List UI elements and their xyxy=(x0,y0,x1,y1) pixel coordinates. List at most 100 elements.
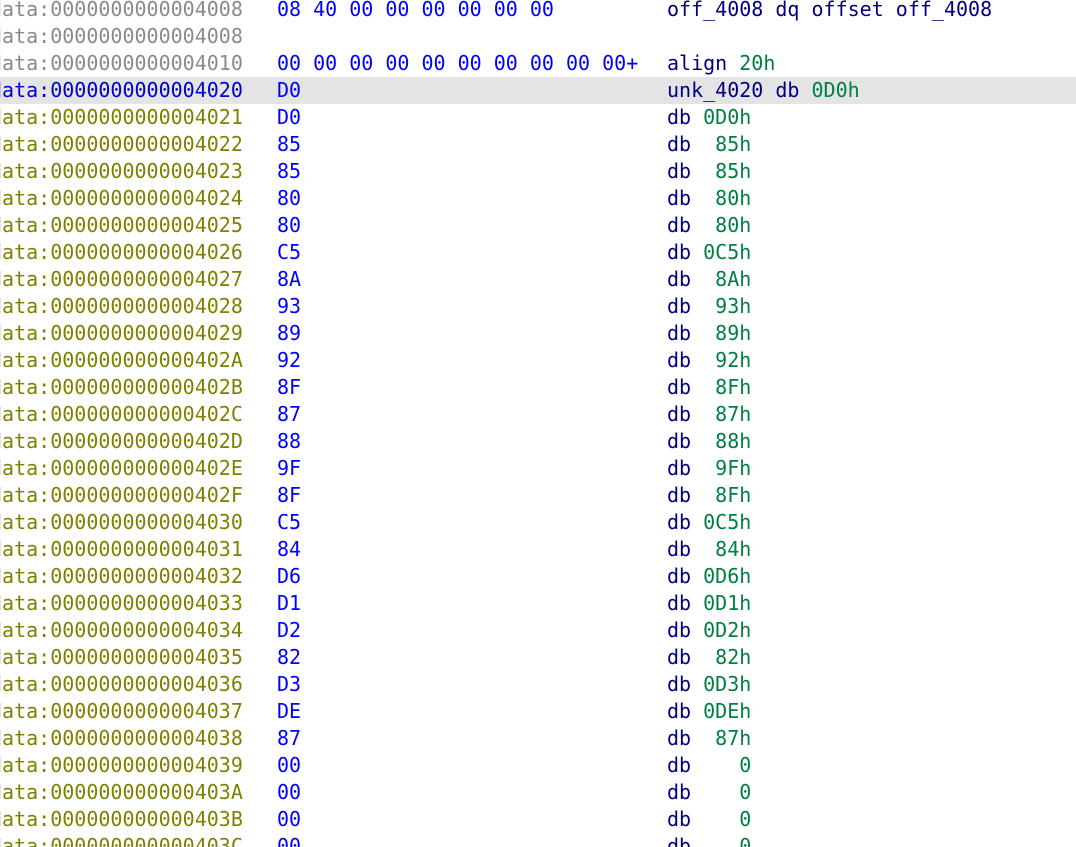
line-address[interactable]: data:000000000000402E xyxy=(0,455,243,482)
line-bytes: C5 xyxy=(277,240,302,264)
listing-line[interactable]: data:0000000000004028 93 db 93h xyxy=(0,293,1076,320)
line-address[interactable]: data:0000000000004027 xyxy=(0,266,243,293)
listing-line[interactable]: data:0000000000004039 00 db 0 xyxy=(0,752,1076,779)
listing-line[interactable]: data:0000000000004037 DE db 0DEh xyxy=(0,698,1076,725)
listing-line[interactable]: data:000000000000403C 00 db 0 xyxy=(0,833,1076,847)
line-instruction[interactable]: db 8Fh xyxy=(667,482,751,509)
line-address[interactable]: data:0000000000004036 xyxy=(0,671,243,698)
line-address[interactable]: data:0000000000004028 xyxy=(0,293,243,320)
listing-line[interactable]: data:000000000000403B 00 db 0 xyxy=(0,806,1076,833)
line-instruction[interactable]: db 0DEh xyxy=(667,698,751,725)
line-address[interactable]: data:0000000000004026 xyxy=(0,239,243,266)
line-instruction[interactable]: db 92h xyxy=(667,347,751,374)
listing-line[interactable]: data:000000000000402D 88 db 88h xyxy=(0,428,1076,455)
line-instruction[interactable]: db 0D2h xyxy=(667,617,751,644)
listing-line[interactable]: data:0000000000004033 D1 db 0D1h xyxy=(0,590,1076,617)
line-address[interactable]: data:0000000000004029 xyxy=(0,320,243,347)
line-instruction[interactable]: db 80h xyxy=(667,185,751,212)
listing-line[interactable]: data:0000000000004022 85 db 85h xyxy=(0,131,1076,158)
line-address[interactable]: data:0000000000004039 xyxy=(0,752,243,779)
listing-line[interactable]: data:0000000000004023 85 db 85h xyxy=(0,158,1076,185)
listing-line[interactable]: data:000000000000402F 8F db 8Fh xyxy=(0,482,1076,509)
line-address[interactable]: data:000000000000403A xyxy=(0,779,243,806)
line-instruction[interactable]: off_4008 dq offset off_4008 xyxy=(667,0,992,23)
listing-line[interactable]: data:000000000000402E 9F db 9Fh xyxy=(0,455,1076,482)
line-bytes: D6 xyxy=(277,564,302,588)
line-instruction[interactable]: db 80h xyxy=(667,212,751,239)
listing-line[interactable]: data:0000000000004030 C5 db 0C5h xyxy=(0,509,1076,536)
line-address[interactable]: data:000000000000402C xyxy=(0,401,243,428)
line-address[interactable]: data:0000000000004037 xyxy=(0,698,243,725)
listing-line[interactable]: data:0000000000004008 08 40 00 00 00 00 0… xyxy=(0,0,1076,23)
line-address[interactable]: data:0000000000004038 xyxy=(0,725,243,752)
line-instruction[interactable]: db 0D6h xyxy=(667,563,751,590)
listing-line[interactable]: data:000000000000402B 8F db 8Fh xyxy=(0,374,1076,401)
line-address[interactable]: data:000000000000402D xyxy=(0,428,243,455)
line-instruction[interactable]: db 0 xyxy=(667,806,751,833)
line-instruction[interactable]: db 85h xyxy=(667,131,751,158)
line-instruction[interactable]: db 89h xyxy=(667,320,751,347)
listing-line[interactable]: data:000000000000402A 92 db 92h xyxy=(0,347,1076,374)
line-instruction[interactable]: db 0 xyxy=(667,833,751,847)
line-instruction[interactable]: db 93h xyxy=(667,293,751,320)
line-address[interactable]: data:000000000000402A xyxy=(0,347,243,374)
line-address[interactable]: data:0000000000004031 xyxy=(0,536,243,563)
line-address[interactable]: data:0000000000004008 xyxy=(0,0,243,23)
line-address[interactable]: data:0000000000004033 xyxy=(0,590,243,617)
line-instruction[interactable]: db 87h xyxy=(667,725,751,752)
listing-line[interactable]: data:0000000000004027 8A db 8Ah xyxy=(0,266,1076,293)
line-address[interactable]: data:000000000000402B xyxy=(0,374,243,401)
listing-line[interactable]: data:0000000000004026 C5 db 0C5h xyxy=(0,239,1076,266)
line-address[interactable]: data:0000000000004032 xyxy=(0,563,243,590)
listing-line[interactable]: data:0000000000004032 D6 db 0D6h xyxy=(0,563,1076,590)
line-address[interactable]: data:0000000000004025 xyxy=(0,212,243,239)
line-instruction[interactable]: db 0C5h xyxy=(667,239,751,266)
listing-line[interactable]: data:0000000000004031 84 db 84h xyxy=(0,536,1076,563)
listing-line[interactable]: data:000000000000402C 87 db 87h xyxy=(0,401,1076,428)
line-instruction[interactable]: db 85h xyxy=(667,158,751,185)
line-address[interactable]: data:000000000000402F xyxy=(0,482,243,509)
listing-line[interactable]: data:0000000000004029 89 db 89h xyxy=(0,320,1076,347)
listing-line[interactable]: data:0000000000004036 D3 db 0D3h xyxy=(0,671,1076,698)
line-instruction[interactable]: db 0 xyxy=(667,779,751,806)
listing-line[interactable]: data:0000000000004008 xyxy=(0,23,1076,50)
listing-line[interactable]: data:0000000000004010 00 00 00 00 00 00 0… xyxy=(0,50,1076,77)
listing-line[interactable]: data:0000000000004038 87 db 87h xyxy=(0,725,1076,752)
line-address[interactable]: data:0000000000004035 xyxy=(0,644,243,671)
line-instruction[interactable]: db 88h xyxy=(667,428,751,455)
line-instruction[interactable]: db 8Ah xyxy=(667,266,751,293)
line-instruction[interactable]: unk_4020 db 0D0h xyxy=(667,77,860,104)
line-instruction[interactable]: db 0D1h xyxy=(667,590,751,617)
line-bytes: 93 xyxy=(277,294,302,318)
line-address[interactable]: data:000000000000403C xyxy=(0,833,243,847)
disassembly-listing[interactable]: data:0000000000004008 08 40 00 00 00 00 0… xyxy=(0,0,1076,847)
line-address[interactable]: data:0000000000004030 xyxy=(0,509,243,536)
line-address[interactable]: data:0000000000004010 xyxy=(0,50,243,77)
line-instruction[interactable]: db 82h xyxy=(667,644,751,671)
line-instruction[interactable]: db 0D0h xyxy=(667,104,751,131)
line-address[interactable]: data:0000000000004021 xyxy=(0,104,243,131)
listing-line[interactable]: data:0000000000004034 D2 db 0D2h xyxy=(0,617,1076,644)
line-address[interactable]: data:0000000000004022 xyxy=(0,131,243,158)
line-instruction[interactable]: db 0 xyxy=(667,752,751,779)
line-instruction[interactable]: db 87h xyxy=(667,401,751,428)
line-instruction[interactable]: db 8Fh xyxy=(667,374,751,401)
listing-line-selected[interactable]: data:0000000000004020 D0 unk_4020 db 0D0h xyxy=(0,77,1076,104)
line-instruction[interactable]: db 84h xyxy=(667,536,751,563)
listing-line[interactable]: data:0000000000004025 80 db 80h xyxy=(0,212,1076,239)
listing-line[interactable]: data:0000000000004021 D0 db 0D0h xyxy=(0,104,1076,131)
line-address[interactable]: data:0000000000004024 xyxy=(0,185,243,212)
instruction-text: db xyxy=(667,402,704,426)
listing-line[interactable]: data:0000000000004035 82 db 82h xyxy=(0,644,1076,671)
line-address[interactable]: data:0000000000004023 xyxy=(0,158,243,185)
listing-line[interactable]: data:0000000000004024 80 db 80h xyxy=(0,185,1076,212)
listing-line[interactable]: data:000000000000403A 00 db 0 xyxy=(0,779,1076,806)
line-instruction[interactable]: db 0D3h xyxy=(667,671,751,698)
line-address[interactable]: data:0000000000004008 xyxy=(0,23,243,50)
line-instruction[interactable]: align 20h xyxy=(667,50,775,77)
line-address[interactable]: data:000000000000403B xyxy=(0,806,243,833)
line-instruction[interactable]: db 0C5h xyxy=(667,509,751,536)
line-instruction[interactable]: db 9Fh xyxy=(667,455,751,482)
line-address[interactable]: data:0000000000004034 xyxy=(0,617,243,644)
line-address[interactable]: data:0000000000004020 xyxy=(0,77,243,104)
